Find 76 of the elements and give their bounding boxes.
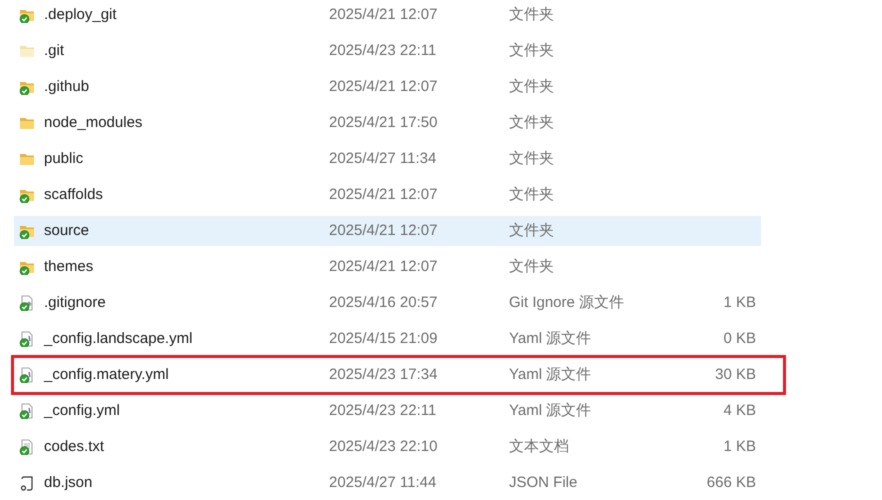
file-row[interactable]: scaffolds 2025/4/21 12:07 文件夹 bbox=[14, 180, 761, 210]
file-name: codes.txt bbox=[44, 436, 106, 457]
file-type: Yaml 源文件 bbox=[509, 328, 592, 349]
code-file-icon bbox=[19, 403, 35, 419]
file-name: _config.landscape.yml bbox=[44, 328, 194, 349]
modified-date: 2025/4/21 12:07 bbox=[329, 220, 438, 241]
file-name: node_modules bbox=[44, 112, 144, 133]
file-size: 1 KB bbox=[723, 436, 756, 457]
modified-date: 2025/4/16 20:57 bbox=[329, 292, 438, 313]
file-row[interactable]: public 2025/4/27 11:34 文件夹 bbox=[14, 144, 761, 174]
modified-date: 2025/4/23 17:34 bbox=[329, 364, 438, 385]
modified-date: 2025/4/21 12:07 bbox=[329, 76, 438, 97]
file-type: 文件夹 bbox=[509, 40, 555, 61]
file-size: 4 KB bbox=[723, 400, 756, 421]
file-row[interactable]: _config.yml 2025/4/23 22:11 Yaml 源文件 4 KB bbox=[14, 396, 761, 426]
file-type: 文件夹 bbox=[509, 220, 555, 241]
file-size: 1 KB bbox=[723, 292, 756, 313]
file-size: 666 KB bbox=[706, 472, 756, 493]
modified-date: 2025/4/21 12:07 bbox=[329, 256, 438, 277]
file-row[interactable]: _config.matery.yml 2025/4/23 17:34 Yaml 源文件 30 KB bbox=[14, 360, 761, 390]
modified-date: 2025/4/21 12:07 bbox=[329, 184, 438, 205]
modified-date: 2025/4/23 22:10 bbox=[329, 436, 438, 457]
file-type: Git Ignore 源文件 bbox=[509, 292, 626, 313]
file-row[interactable]: node_modules 2025/4/21 17:50 文件夹 bbox=[14, 108, 761, 138]
file-row[interactable]: db.json 2025/4/27 11:44 JSON File 666 KB bbox=[14, 468, 761, 498]
file-type: 文件夹 bbox=[509, 256, 555, 277]
folder-icon bbox=[19, 7, 35, 23]
modified-date: 2025/4/21 12:07 bbox=[329, 4, 438, 25]
folder-icon bbox=[19, 79, 35, 95]
file-name: scaffolds bbox=[44, 184, 104, 205]
file-row[interactable]: source 2025/4/21 12:07 文件夹 bbox=[14, 216, 761, 246]
folder-icon bbox=[19, 115, 35, 131]
file-row[interactable]: .github 2025/4/21 12:07 文件夹 bbox=[14, 72, 761, 102]
modified-date: 2025/4/21 17:50 bbox=[329, 112, 438, 133]
file-type: 文件夹 bbox=[509, 4, 555, 25]
file-row[interactable]: .deploy_git 2025/4/21 12:07 文件夹 bbox=[14, 0, 761, 30]
modified-date: 2025/4/27 11:34 bbox=[329, 148, 438, 169]
text-file-icon bbox=[19, 439, 35, 455]
folder-icon bbox=[19, 259, 35, 275]
code-file-icon bbox=[19, 367, 35, 383]
script-file-icon bbox=[19, 475, 35, 491]
file-row[interactable]: themes 2025/4/21 12:07 文件夹 bbox=[14, 252, 761, 282]
settings-file-icon bbox=[19, 295, 35, 311]
file-name: .deploy_git bbox=[44, 4, 118, 25]
file-type: 文本文档 bbox=[509, 436, 570, 457]
modified-date: 2025/4/23 22:11 bbox=[329, 40, 438, 61]
file-name: source bbox=[44, 220, 90, 241]
file-name: _config.matery.yml bbox=[44, 364, 170, 385]
file-type: 文件夹 bbox=[509, 112, 555, 133]
file-name: themes bbox=[44, 256, 94, 277]
folder-icon bbox=[19, 43, 35, 59]
file-row[interactable]: codes.txt 2025/4/23 22:10 文本文档 1 KB bbox=[14, 432, 761, 462]
file-name: .gitignore bbox=[44, 292, 107, 313]
file-type: Yaml 源文件 bbox=[509, 364, 592, 385]
file-name: db.json bbox=[44, 472, 94, 493]
file-type: 文件夹 bbox=[509, 148, 555, 169]
file-size: 30 KB bbox=[715, 364, 756, 385]
folder-icon bbox=[19, 151, 35, 167]
modified-date: 2025/4/27 11:44 bbox=[329, 472, 438, 493]
folder-icon bbox=[19, 223, 35, 239]
file-row[interactable]: .gitignore 2025/4/16 20:57 Git Ignore 源文件 1 KB bbox=[14, 288, 761, 318]
file-name: _config.yml bbox=[44, 400, 121, 421]
file-name: public bbox=[44, 148, 84, 169]
file-type: 文件夹 bbox=[509, 76, 555, 97]
file-name: .github bbox=[44, 76, 90, 97]
folder-icon bbox=[19, 187, 35, 203]
file-name: .git bbox=[44, 40, 66, 61]
file-row[interactable]: _config.landscape.yml 2025/4/15 21:09 Yaml 源文件 0 KB bbox=[14, 324, 761, 354]
modified-date: 2025/4/23 22:11 bbox=[329, 400, 438, 421]
file-type: Yaml 源文件 bbox=[509, 400, 592, 421]
file-row[interactable]: .git 2025/4/23 22:11 文件夹 bbox=[14, 36, 761, 66]
file-type: 文件夹 bbox=[509, 184, 555, 205]
code-file-icon bbox=[19, 331, 35, 347]
file-type: JSON File bbox=[509, 472, 578, 493]
file-size: 0 KB bbox=[723, 328, 756, 349]
modified-date: 2025/4/15 21:09 bbox=[329, 328, 438, 349]
